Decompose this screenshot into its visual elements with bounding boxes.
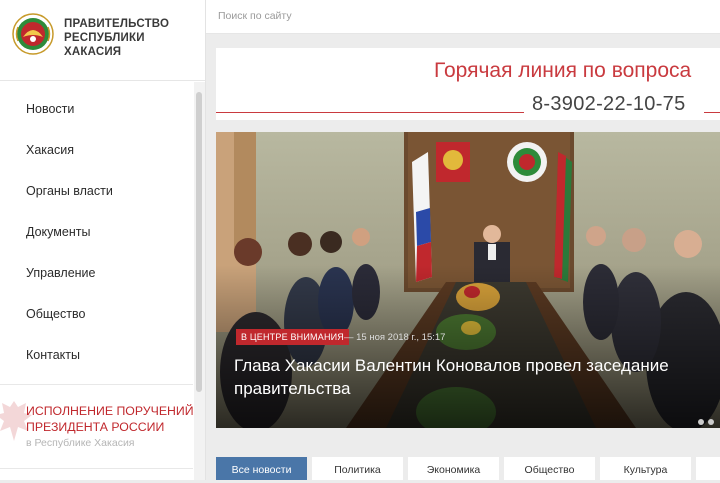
coat-of-arms-icon xyxy=(12,13,54,55)
divider xyxy=(216,112,524,113)
slider-dot[interactable] xyxy=(708,419,714,425)
search-input[interactable] xyxy=(216,4,700,28)
hero-headline[interactable]: Глава Хакасии Валентин Коновалов провел … xyxy=(234,354,704,400)
special-title-line-2: ПРЕЗИДЕНТА РОССИИ xyxy=(26,420,165,434)
special-title: ИСПОЛНЕНИЕ ПОРУЧЕНИЙ ПРЕЗИДЕНТА РОССИИ xyxy=(26,403,194,435)
nav-item-documents[interactable]: Документы xyxy=(0,211,193,252)
nav-item-management[interactable]: Управление xyxy=(0,252,193,293)
divider xyxy=(704,112,720,113)
logo-title: ПРАВИТЕЛЬСТВО РЕСПУБЛИКИ ХАКАСИЯ xyxy=(64,17,169,59)
sidebar: ПРАВИТЕЛЬСТВО РЕСПУБЛИКИ ХАКАСИЯ Новости… xyxy=(0,0,206,480)
nav-item-khakassia[interactable]: Хакасия xyxy=(0,129,193,170)
main-nav: Новости Хакасия Органы власти Документы … xyxy=(0,88,193,375)
news-category-tabs: Все новости Политика Экономика Общество … xyxy=(216,457,720,480)
nav-item-news[interactable]: Новости xyxy=(0,88,193,129)
slider-dots xyxy=(698,412,718,428)
tab-politics[interactable]: Политика xyxy=(312,457,403,480)
scrollbar-thumb[interactable] xyxy=(196,92,202,392)
hotline-phone: 8-3902-22-10-75 xyxy=(532,93,686,115)
publish-date: — 15 ноя 2018 г., 15:17 xyxy=(344,332,446,343)
logo-line-3: ХАКАСИЯ xyxy=(64,46,122,58)
nav-item-society[interactable]: Общество xyxy=(0,293,193,334)
tab-more[interactable] xyxy=(696,457,720,480)
tab-society[interactable]: Общество xyxy=(504,457,595,480)
logo-line-2: РЕСПУБЛИКИ xyxy=(64,32,145,44)
president-orders-link[interactable]: ИСПОЛНЕНИЕ ПОРУЧЕНИЙ ПРЕЗИДЕНТА РОССИИ в… xyxy=(0,384,194,465)
hotline-banner[interactable]: Горячая линия по вопроса 8-3902-22-10-75 xyxy=(216,48,720,120)
special-subtitle: в Республике Хакасия xyxy=(26,437,135,449)
tab-all-news[interactable]: Все новости xyxy=(216,457,307,480)
site-logo[interactable]: ПРАВИТЕЛЬСТВО РЕСПУБЛИКИ ХАКАСИЯ xyxy=(0,0,205,81)
search-bar xyxy=(206,0,720,34)
category-badge[interactable]: В ЦЕНТРЕ ВНИМАНИЯ xyxy=(236,329,350,345)
hotline-title: Горячая линия по вопроса xyxy=(434,59,692,82)
nav-item-contacts[interactable]: Контакты xyxy=(0,334,193,375)
sidebar-scrollbar[interactable] xyxy=(194,82,205,480)
nav-item-authorities[interactable]: Органы власти xyxy=(0,170,193,211)
tab-economy[interactable]: Экономика xyxy=(408,457,499,480)
tab-culture[interactable]: Культура xyxy=(600,457,691,480)
logo-line-1: ПРАВИТЕЛЬСТВО xyxy=(64,18,170,30)
special-title-line-1: ИСПОЛНЕНИЕ ПОРУЧЕНИЙ xyxy=(26,404,194,418)
hero-slide[interactable]: В ЦЕНТРЕ ВНИМАНИЯ — 15 ноя 2018 г., 15:1… xyxy=(216,132,720,428)
slider-dot[interactable] xyxy=(698,419,704,425)
divider xyxy=(0,468,193,469)
